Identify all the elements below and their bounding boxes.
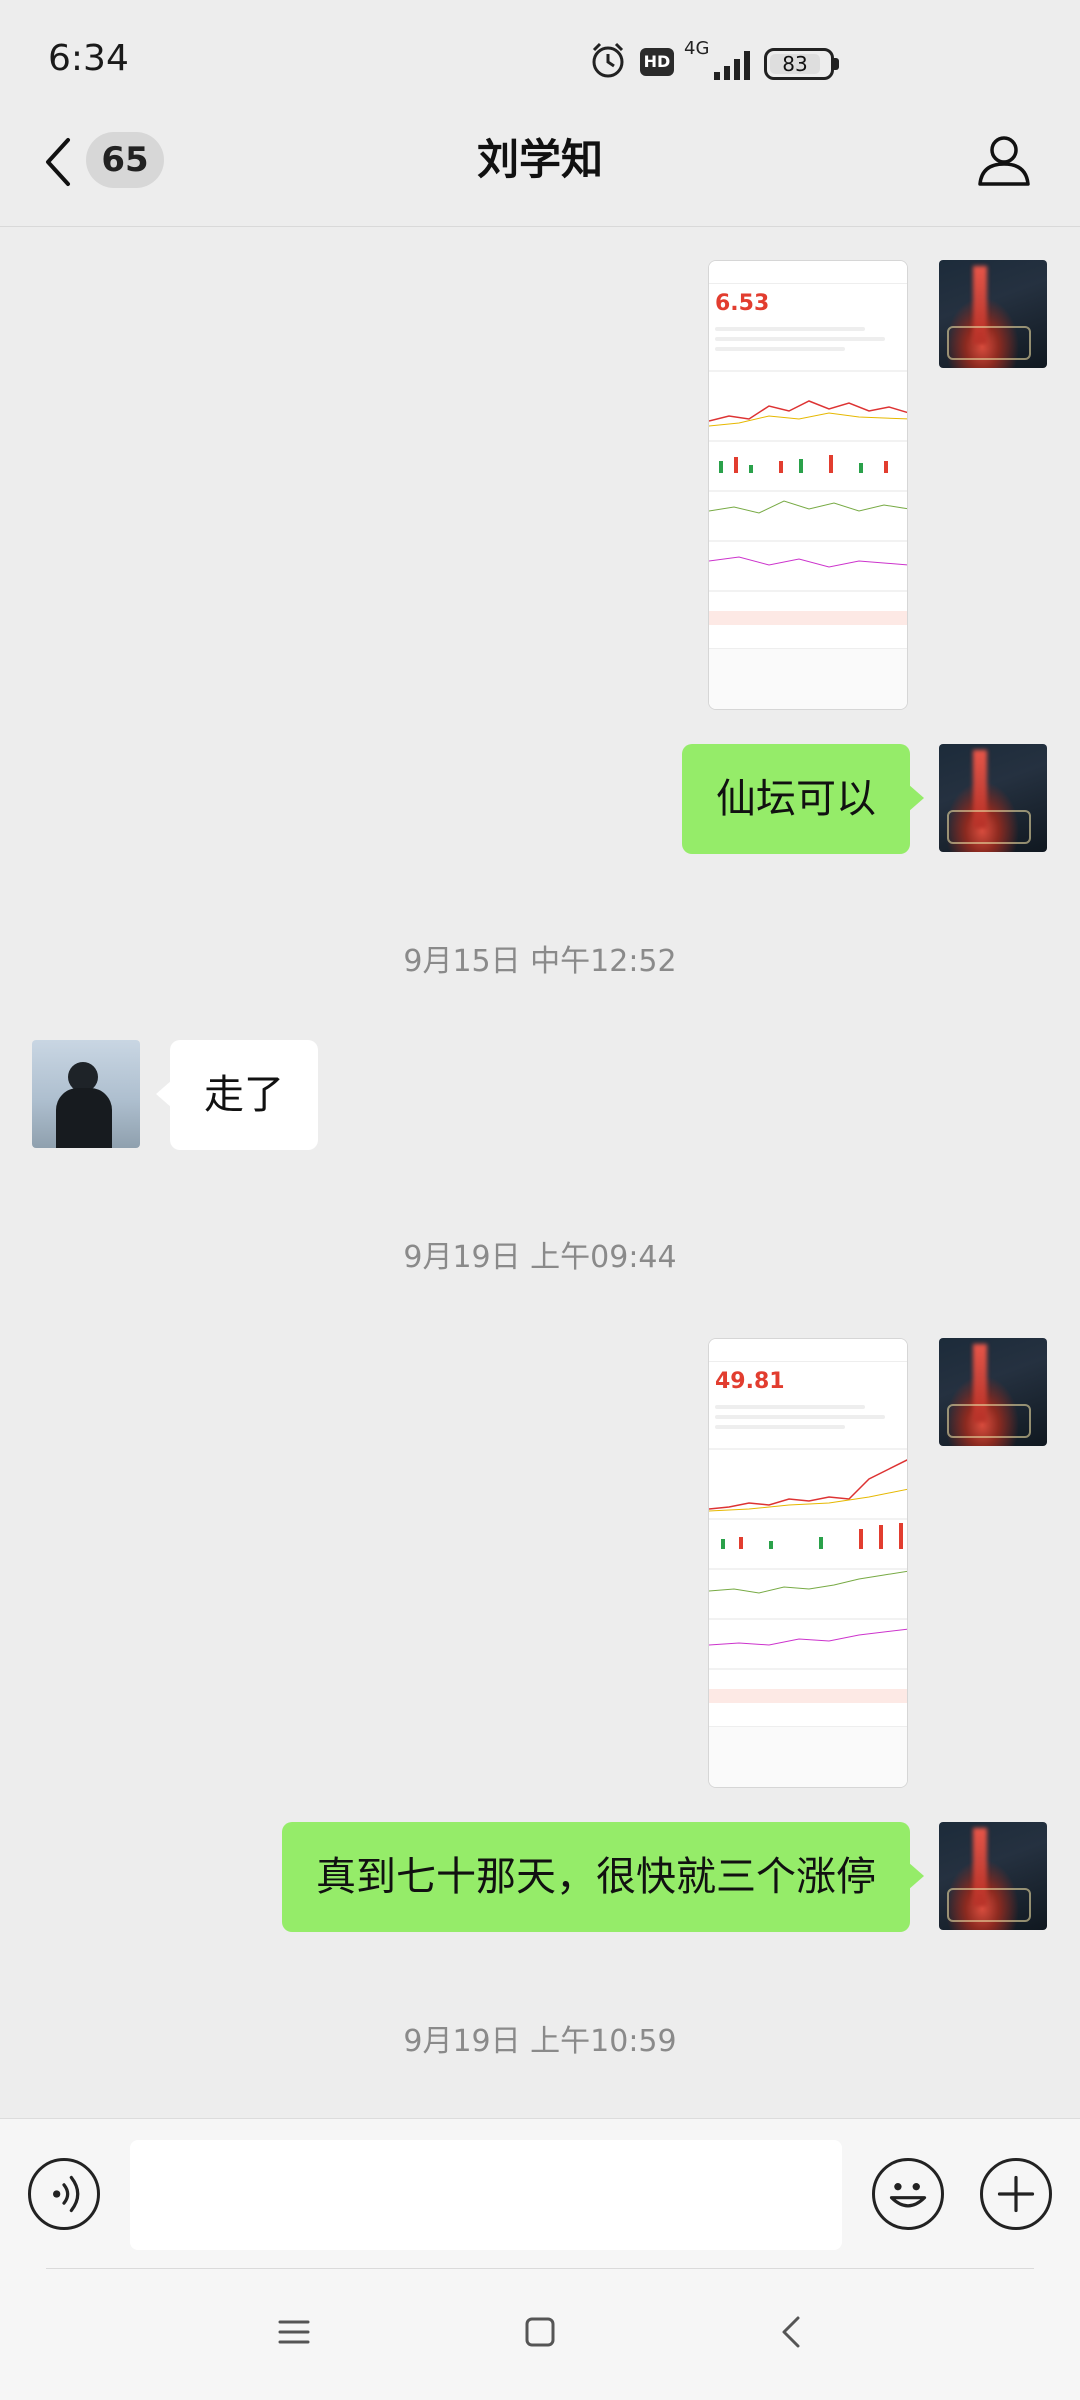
thumbnail-bottom-bar [709,648,907,709]
stock-chart-graphic [709,370,907,625]
home-icon[interactable] [518,2310,562,2354]
thumbnail-row [715,1415,885,1419]
battery-tip [834,58,839,70]
my-avatar[interactable] [939,260,1047,368]
battery-icon: 83 [764,48,834,80]
plus-icon[interactable] [980,2158,1052,2230]
message-timestamp: 9月19日 上午09:44 [403,1240,677,1275]
chat-title: 刘学知 [476,135,603,184]
my-avatar[interactable] [939,1822,1047,1930]
image-message-thumbnail[interactable]: 6.53 [708,260,908,710]
nav-back-icon[interactable] [770,2310,814,2354]
stock-chart-graphic [709,1448,907,1703]
thumbnail-row [715,337,885,341]
message-bubble-mine[interactable]: 真到七十那天，很快就三个涨停 [282,1822,924,1932]
nav-divider [46,2268,1034,2269]
emoji-icon[interactable] [872,2158,944,2230]
battery-level: 83 [770,54,820,74]
hd-icon: HD [640,48,674,76]
status-bar [0,0,1080,120]
thumbnail-row [715,327,865,331]
image-message-thumbnail[interactable]: 49.81 [708,1338,908,1788]
thumbnail-bottom-bar [709,1726,907,1787]
signal-icon [714,51,750,80]
thumbnail-row [715,1425,845,1429]
my-avatar[interactable] [939,1338,1047,1446]
contact-avatar[interactable] [32,1040,140,1148]
message-timestamp: 9月15日 中午12:52 [403,944,677,979]
thumbnail-topbar [709,261,907,284]
alarm-icon [592,42,624,78]
thumbnail-row [715,347,845,351]
status-time: 6:34 [48,38,129,79]
my-avatar[interactable] [939,744,1047,852]
thumbnail-row [715,1405,865,1409]
voice-icon[interactable] [28,2158,100,2230]
message-input[interactable] [130,2140,842,2250]
person-icon[interactable] [974,130,1034,190]
message-timestamp: 9月19日 上午10:59 [403,2024,677,2059]
thumbnail-price: 49.81 [715,1369,785,1394]
message-bubble-mine[interactable]: 仙坛可以 [682,744,924,854]
thumbnail-topbar [709,1339,907,1362]
thumbnail-price: 6.53 [715,291,770,316]
message-bubble-theirs[interactable]: 走了 [156,1040,318,1150]
network-label: 4G [684,38,710,59]
menu-icon[interactable] [272,2310,316,2354]
